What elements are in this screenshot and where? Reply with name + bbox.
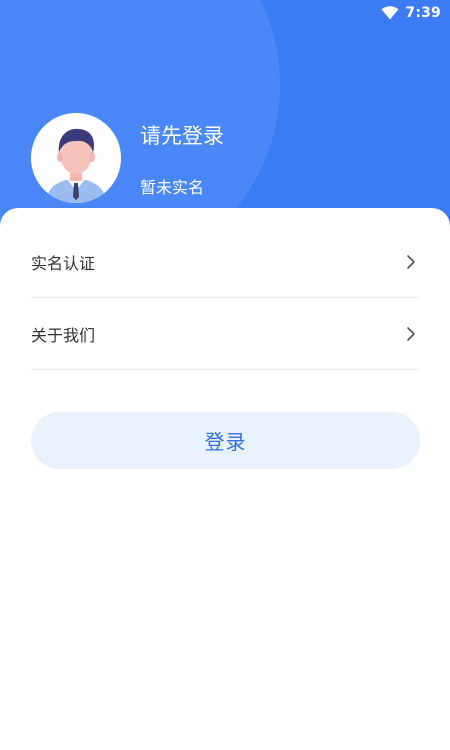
login-button[interactable]: 登录 — [31, 412, 420, 469]
status-time: 7:39 — [405, 5, 441, 21]
status-bar: 7:39 — [0, 0, 450, 26]
verification-status-label: 暂未实名 — [140, 178, 205, 197]
chevron-right-icon — [407, 326, 415, 341]
wifi-icon — [381, 6, 399, 20]
settings-card: 实名认证 关于我们 登录 — [0, 208, 450, 750]
menu-item-label: 关于我们 — [31, 325, 96, 345]
login-prompt-title[interactable]: 请先登录 — [140, 120, 224, 150]
chevron-right-icon — [407, 254, 415, 269]
user-avatar-icon[interactable] — [31, 113, 121, 203]
menu-item-real-name-verification[interactable]: 实名认证 — [31, 226, 420, 298]
app-screen: 7:39 请先登录 暂未实名 实名认证 关于我们 登录 — [0, 0, 450, 750]
menu-item-label: 实名认证 — [31, 253, 96, 273]
menu-item-about-us[interactable]: 关于我们 — [31, 298, 420, 370]
menu-list: 实名认证 关于我们 — [31, 226, 420, 370]
